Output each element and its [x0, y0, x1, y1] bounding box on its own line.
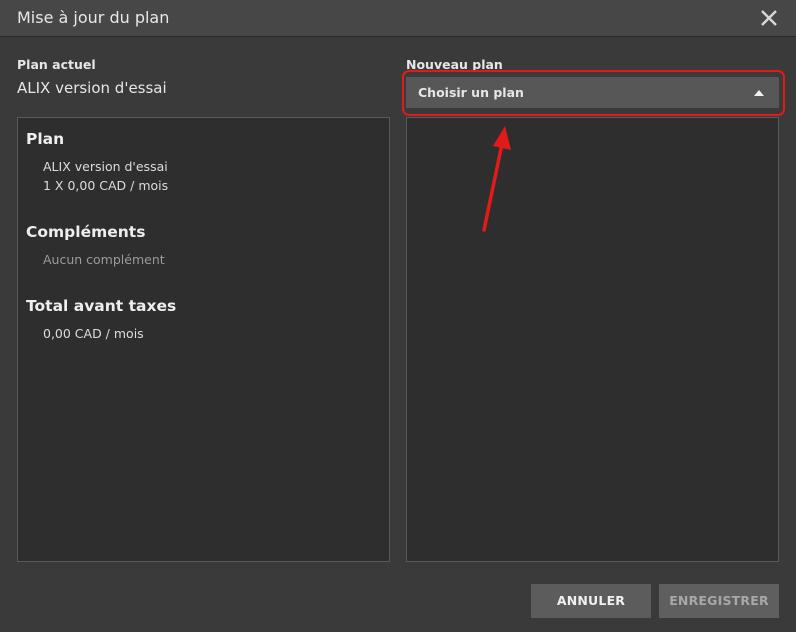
current-plan-name: ALIX version d'essai [17, 79, 167, 97]
plan-select-value: Choisir un plan [418, 85, 524, 100]
new-plan-summary-panel [406, 117, 779, 562]
total-value: 0,00 CAD / mois [43, 326, 144, 341]
dialog-titlebar: Mise à jour du plan [0, 0, 796, 37]
summary-plan-name: ALIX version d'essai [43, 159, 168, 174]
close-icon[interactable] [756, 5, 782, 31]
addons-heading: Compléments [26, 223, 146, 241]
cancel-button[interactable]: ANNULER [531, 584, 651, 618]
current-plan-summary-panel: Plan ALIX version d'essai 1 X 0,00 CAD /… [17, 117, 390, 562]
summary-plan-price: 1 X 0,00 CAD / mois [43, 178, 169, 193]
plan-heading: Plan [26, 130, 65, 148]
save-button[interactable]: ENREGISTRER [659, 584, 779, 618]
caret-up-icon [754, 90, 764, 96]
new-plan-label: Nouveau plan [406, 57, 503, 72]
dialog-title: Mise à jour du plan [17, 8, 170, 27]
plan-select-dropdown[interactable]: Choisir un plan [406, 77, 779, 108]
total-heading: Total avant taxes [26, 297, 177, 315]
addons-empty-text: Aucun complément [43, 252, 165, 267]
current-plan-label: Plan actuel [17, 57, 96, 72]
